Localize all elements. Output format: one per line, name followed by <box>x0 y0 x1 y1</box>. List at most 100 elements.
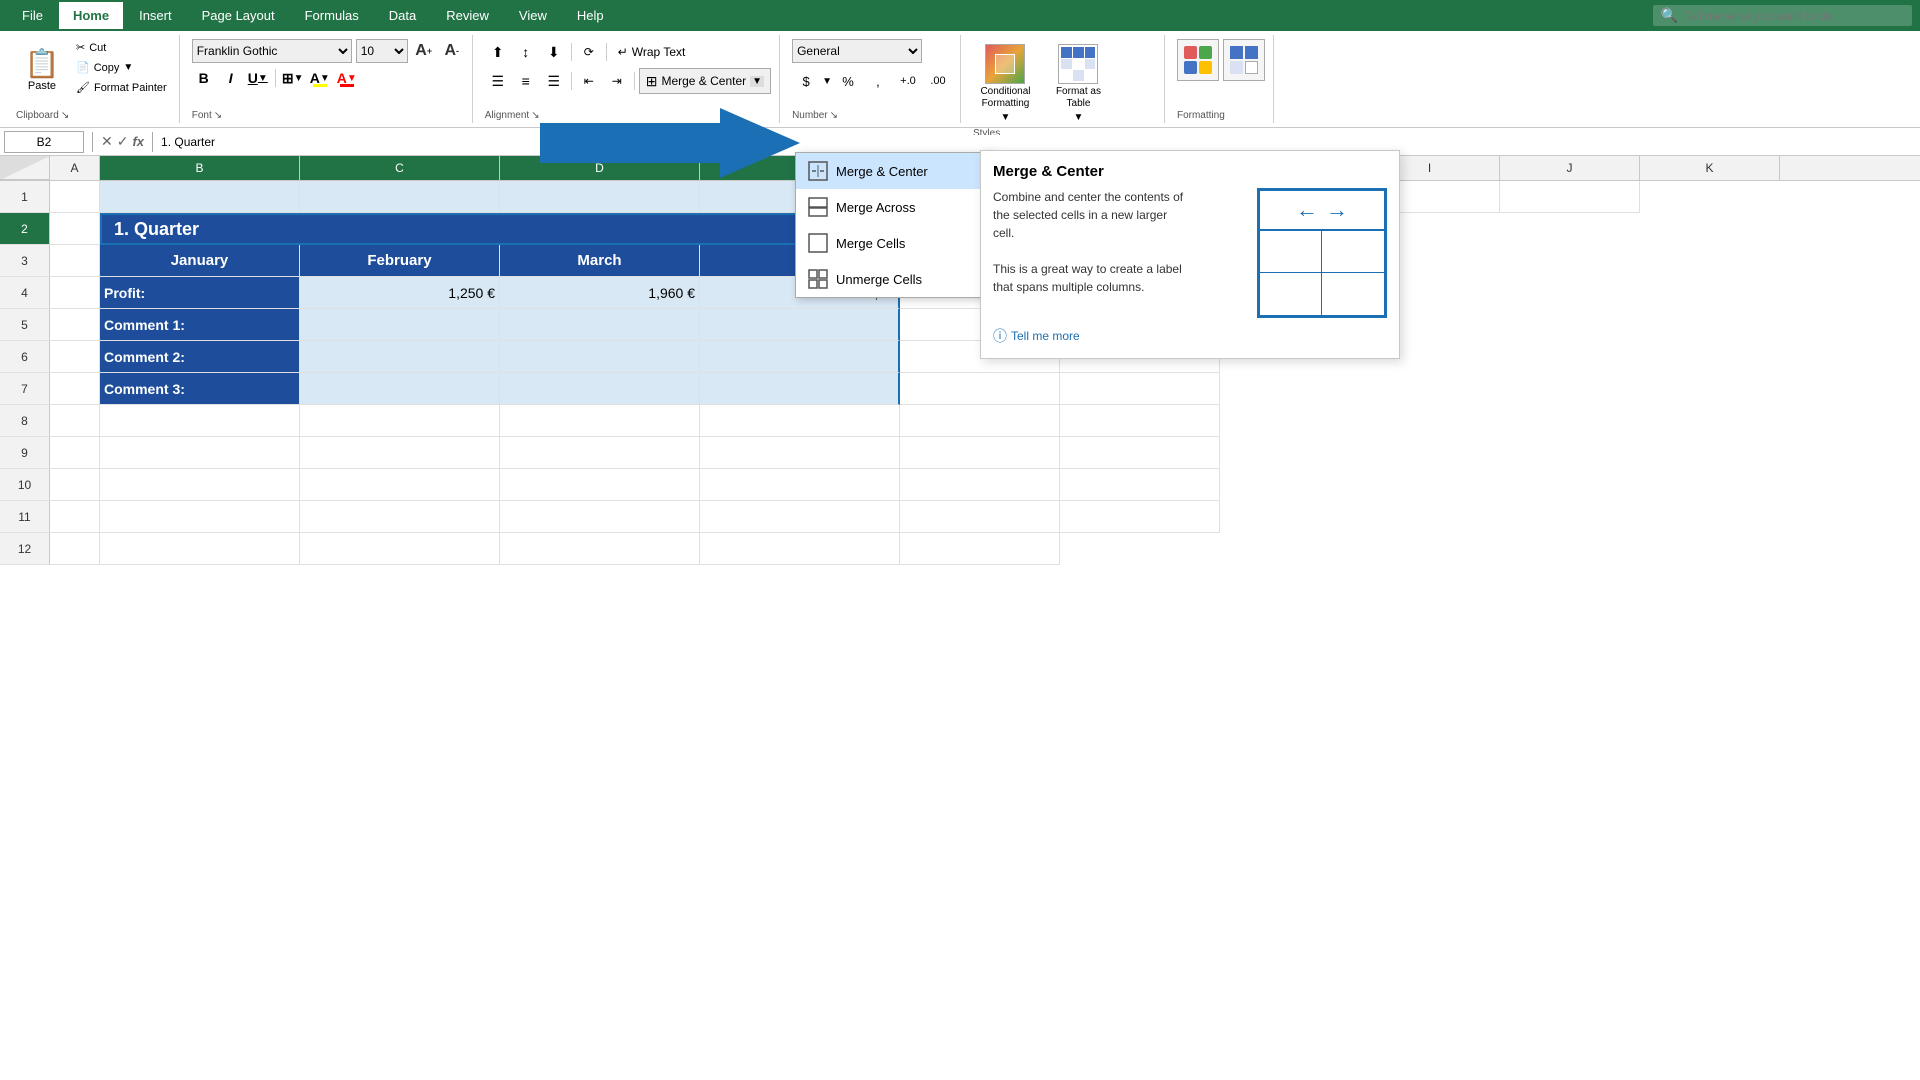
format-painter-button[interactable]: 🖌 Format Painter <box>72 79 171 96</box>
cell-j1[interactable] <box>1500 181 1640 213</box>
cell-b1[interactable] <box>100 181 300 213</box>
cell-e8[interactable] <box>700 405 900 437</box>
cell-d1[interactable] <box>500 181 700 213</box>
clipboard-expand-icon[interactable]: ↘ <box>61 110 69 121</box>
cell-b11[interactable] <box>100 501 300 533</box>
cell-b5[interactable]: Comment 1: <box>100 309 300 341</box>
cell-a8[interactable] <box>50 405 100 437</box>
align-bottom-button[interactable]: ⬇ <box>541 39 567 65</box>
align-middle-button[interactable]: ↕ <box>513 39 539 65</box>
cell-a6[interactable] <box>50 341 100 373</box>
cell-a4[interactable] <box>50 277 100 309</box>
format-as-table-button[interactable]: Format as Table ▼ <box>1046 39 1111 128</box>
font-color-button[interactable]: A ▼ <box>335 66 359 90</box>
cell-b2-merged[interactable]: 1. Quarter <box>100 213 900 245</box>
cell-a7[interactable] <box>50 373 100 405</box>
cell-f12[interactable] <box>900 533 1060 565</box>
tab-insert[interactable]: Insert <box>125 2 186 29</box>
cell-c1[interactable] <box>300 181 500 213</box>
cell-c10[interactable] <box>300 469 500 501</box>
fill-color-button[interactable]: A ▼ <box>308 66 332 90</box>
cell-c6[interactable] <box>300 341 500 373</box>
wrap-text-button[interactable]: ↵ Wrap Text <box>611 39 693 65</box>
cell-a1[interactable] <box>50 181 100 213</box>
cell-a3[interactable] <box>50 245 100 277</box>
angle-text-button[interactable]: ⟳ <box>576 39 602 65</box>
italic-button[interactable]: I <box>219 66 243 90</box>
align-center-button[interactable]: ≡ <box>513 68 539 94</box>
cell-c7[interactable] <box>300 373 500 405</box>
cell-c8[interactable] <box>300 405 500 437</box>
cell-f7[interactable] <box>900 373 1060 405</box>
col-header-j[interactable]: J <box>1500 156 1640 180</box>
conditional-formatting-button[interactable]: Conditional Formatting ▼ <box>973 39 1038 128</box>
cell-d3[interactable]: March <box>500 245 700 277</box>
cell-c11[interactable] <box>300 501 500 533</box>
cell-b4[interactable]: Profit: <box>100 277 300 309</box>
number-format-select[interactable]: General <box>792 39 922 63</box>
percent-button[interactable]: % <box>834 69 862 93</box>
cell-b6[interactable]: Comment 2: <box>100 341 300 373</box>
tab-data[interactable]: Data <box>375 2 430 29</box>
cond-format-dropdown-icon[interactable]: ▼ <box>1001 112 1011 123</box>
cell-c12[interactable] <box>300 533 500 565</box>
align-left-button[interactable]: ☰ <box>485 68 511 94</box>
cell-e10[interactable] <box>700 469 900 501</box>
alignment-expand-icon[interactable]: ↘ <box>531 110 539 121</box>
font-family-select[interactable]: Franklin Gothic <box>192 39 352 63</box>
cell-d5[interactable] <box>500 309 700 341</box>
cell-c4[interactable]: 1,250 € <box>300 277 500 309</box>
cell-reference-box[interactable] <box>4 131 84 153</box>
cell-f8[interactable] <box>900 405 1060 437</box>
cell-f10[interactable] <box>900 469 1060 501</box>
number-expand-icon[interactable]: ↘ <box>830 110 838 121</box>
underline-button[interactable]: U ▼ <box>246 66 270 90</box>
tell-me-more-link[interactable]: ⓘ Tell me more <box>993 326 1387 346</box>
tab-view[interactable]: View <box>505 2 561 29</box>
merge-center-option[interactable]: Merge & Center <box>796 153 994 189</box>
tab-home[interactable]: Home <box>59 2 123 29</box>
cell-b10[interactable] <box>100 469 300 501</box>
tab-page-layout[interactable]: Page Layout <box>188 2 289 29</box>
unmerge-cells-option[interactable]: Unmerge Cells <box>796 261 994 297</box>
cell-a10[interactable] <box>50 469 100 501</box>
cut-button[interactable]: ✂ Cut <box>72 39 171 56</box>
cell-d7[interactable] <box>500 373 700 405</box>
currency-button[interactable]: $ <box>792 69 820 93</box>
cell-d10[interactable] <box>500 469 700 501</box>
paste-button[interactable]: 📋 Paste <box>16 39 68 99</box>
cell-e12[interactable] <box>700 533 900 565</box>
cell-g10[interactable] <box>1060 469 1220 501</box>
cell-d6[interactable] <box>500 341 700 373</box>
increase-decimal-button[interactable]: +.0 <box>894 69 922 93</box>
merge-dropdown-icon[interactable]: ▼ <box>750 76 764 87</box>
cell-e7[interactable] <box>700 373 900 405</box>
formatting-icon-2[interactable] <box>1223 39 1265 81</box>
font-shrink-button[interactable]: A- <box>440 39 464 63</box>
border-button[interactable]: ⊞ ▼ <box>281 66 305 90</box>
comma-button[interactable]: , <box>864 69 892 93</box>
col-header-k[interactable]: K <box>1640 156 1780 180</box>
dropdown-icon[interactable]: ▼ <box>822 76 832 87</box>
cell-g7[interactable] <box>1060 373 1220 405</box>
tab-formulas[interactable]: Formulas <box>291 2 373 29</box>
col-header-c[interactable]: C <box>300 156 500 180</box>
cell-g11[interactable] <box>1060 501 1220 533</box>
cell-a11[interactable] <box>50 501 100 533</box>
cell-g8[interactable] <box>1060 405 1220 437</box>
font-grow-button[interactable]: A+ <box>412 39 436 63</box>
cell-c3[interactable]: February <box>300 245 500 277</box>
formatting-icon-1[interactable] <box>1177 39 1219 81</box>
cell-e11[interactable] <box>700 501 900 533</box>
cell-d11[interactable] <box>500 501 700 533</box>
cell-b12[interactable] <box>100 533 300 565</box>
bold-button[interactable]: B <box>192 66 216 90</box>
copy-button[interactable]: 📄 Copy ▼ <box>72 59 171 76</box>
cell-a2[interactable] <box>50 213 100 245</box>
cell-d8[interactable] <box>500 405 700 437</box>
align-top-button[interactable]: ⬆ <box>485 39 511 65</box>
cell-d4[interactable]: 1,960 € <box>500 277 700 309</box>
col-header-a[interactable]: A <box>50 156 100 180</box>
cell-b9[interactable] <box>100 437 300 469</box>
cell-f9[interactable] <box>900 437 1060 469</box>
